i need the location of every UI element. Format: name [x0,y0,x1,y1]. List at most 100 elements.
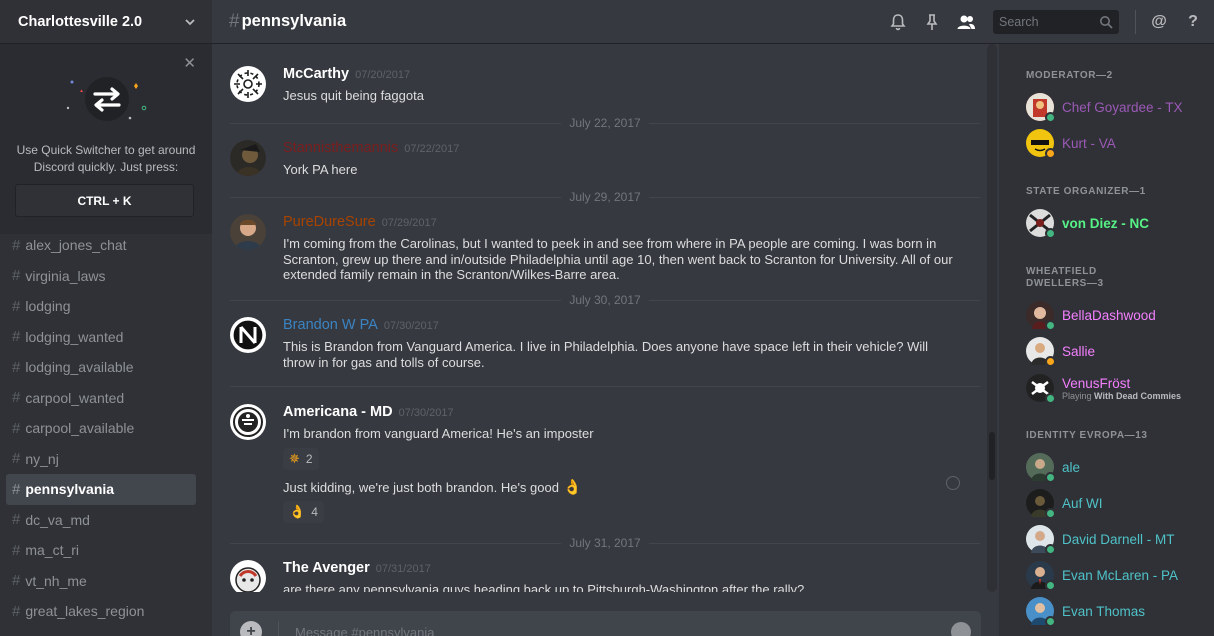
username[interactable]: McCarthy [283,66,349,82]
channel-item-alex-jones-chat[interactable]: # alex_jones_chat [6,230,196,261]
hash-icon: # [12,602,21,620]
channel-sidebar: Charlottesville 2.0 ✕ Use Quick Switcher… [0,0,212,636]
channel-item-carpool-wanted[interactable]: # carpool_wanted [6,383,196,414]
channel-item-ma-ct-ri[interactable]: # ma_ct_ri [6,535,196,566]
message: Americana - MD 07/30/2017 I'm brandon fr… [230,404,980,530]
upload-plus-icon[interactable]: + [240,621,262,636]
date-label: July 30, 2017 [561,293,649,307]
avatar [1026,129,1056,159]
close-icon[interactable]: ✕ [183,56,196,72]
search-input[interactable]: Search [993,10,1119,34]
shortcut-button[interactable]: CTRL + K [15,184,194,217]
date-label: July 29, 2017 [561,190,649,204]
username[interactable]: Stannisthemannis [283,140,398,156]
role-category-identity-evropa: IDENTITY EVROPA—13 [1026,430,1148,441]
avatar[interactable] [230,214,266,250]
channel-item-carpool-available[interactable]: # carpool_available [6,413,196,444]
hash-icon: # [12,480,21,498]
timestamp: 07/29/2017 [381,217,437,229]
channel-label: ma_ct_ri [25,542,80,559]
avatar [1026,453,1056,483]
avatar [1026,597,1056,627]
reaction-button[interactable]: 👌 4 [283,501,324,523]
avatar[interactable] [230,66,266,102]
channel-item-lodging[interactable]: # lodging [6,291,196,322]
help-icon[interactable]: ? [1182,11,1204,33]
avatar[interactable] [230,404,266,440]
members-icon[interactable] [955,11,977,33]
member-item[interactable]: Kurt - VA [1026,127,1206,159]
username[interactable]: PureDureSure [283,214,376,230]
channel-item-great-lakes-region[interactable]: # great_lakes_region [6,596,196,627]
avatar [1026,561,1056,591]
member-name: Chef Goyardee - TX [1062,99,1183,115]
bell-icon[interactable] [887,11,909,33]
avatar[interactable] [230,560,266,592]
member-item[interactable]: Evan Thomas [1026,595,1206,627]
member-item[interactable]: David Darnell - MT [1026,523,1206,555]
avatar [1026,525,1056,555]
member-item[interactable]: von Diez - NC [1026,207,1206,239]
date-label: July 22, 2017 [561,116,649,130]
hash-icon: # [12,541,21,559]
reaction-count: 2 [305,451,313,466]
channel-label: pennsylvania [25,481,115,498]
member-item[interactable]: Sallie [1026,335,1206,367]
message-list: McCarthy 07/20/2017 Jesus quit being fag… [212,44,987,592]
channel-list: # alex_jones_chat # virginia_laws # lodging # l… [0,230,212,627]
channel-title: pennsylvania [241,12,347,30]
channel-label: lodging_available [25,359,134,376]
username[interactable]: Americana - MD [283,404,393,420]
status-online-icon [1045,616,1056,627]
member-item[interactable]: Evan McLaren - PA [1026,559,1206,591]
ok-hand-emoji-icon: 👌 [289,504,306,519]
server-header[interactable]: Charlottesville 2.0 [0,0,212,44]
pin-icon[interactable] [921,11,943,33]
channel-item-dc-va-md[interactable]: # dc_va_md [6,505,196,536]
member-item[interactable]: ale [1026,451,1206,483]
emoji-picker-icon[interactable] [951,622,971,636]
quick-switcher-line2: Discord quickly. Just press: [33,160,179,174]
channel-label: ny_nj [25,450,59,467]
avatar[interactable] [230,317,266,353]
reaction-button[interactable]: ✵ 2 [283,447,319,470]
username[interactable]: The Avenger [283,560,370,576]
message-text: I'm brandon from vanguard America! He's … [283,426,594,441]
channel-item-pennsylvania[interactable]: # pennsylvania [6,474,196,505]
member-item[interactable]: Chef Goyardee - TX [1026,91,1206,123]
hash-icon: # [12,419,21,437]
mention-icon[interactable]: @ [1148,11,1170,33]
add-reaction-icon[interactable] [946,476,960,490]
quick-switcher-line1: Use Quick Switcher to get around [16,143,196,157]
member-item[interactable]: BellaDashwood [1026,299,1206,331]
avatar[interactable] [230,140,266,176]
scrollbar-thumb[interactable] [989,432,995,480]
message-text: I'm coming from the Carolinas, but I wan… [283,236,953,282]
username[interactable]: Brandon W PA [283,317,378,333]
member-item[interactable]: VenusFröst Playing With Dead Commies [1026,371,1206,405]
message-content: McCarthy 07/20/2017 Jesus quit being fag… [283,66,963,104]
message-composer[interactable]: + Message #pennsylvania [230,611,981,636]
member-item[interactable]: Auf WI [1026,487,1206,519]
timestamp: 07/20/2017 [355,69,411,81]
message-content: Stannisthemannis 07/22/2017 York PA here [283,140,963,178]
channel-item-lodging-available[interactable]: # lodging_available [6,352,196,383]
member-activity: Playing With Dead Commies [1062,391,1181,401]
message-scrollbar[interactable] [987,44,997,592]
message: McCarthy 07/20/2017 Jesus quit being fag… [230,66,980,110]
status-online-icon [1045,320,1056,331]
message: The Avenger 07/31/2017 are there any pen… [230,560,980,592]
message-text: This is Brandon from Vanguard America. I… [283,339,929,370]
message-input[interactable]: Message #pennsylvania [295,625,951,636]
channel-item-virginia-laws[interactable]: # virginia_laws [6,261,196,292]
hash-icon: # [229,10,240,32]
channel-label: virginia_laws [25,267,106,284]
channel-item-ny-nj[interactable]: # ny_nj [6,444,196,475]
status-online-icon [1045,393,1056,404]
message-text: York PA here [283,162,358,177]
channel-item-lodging-wanted[interactable]: # lodging_wanted [6,322,196,353]
role-category-line2: DWELLERS—3 [1026,278,1104,289]
hash-icon: # [12,511,21,529]
composer-divider [278,621,279,636]
channel-item-vt-nh-me[interactable]: # vt_nh_me [6,566,196,597]
